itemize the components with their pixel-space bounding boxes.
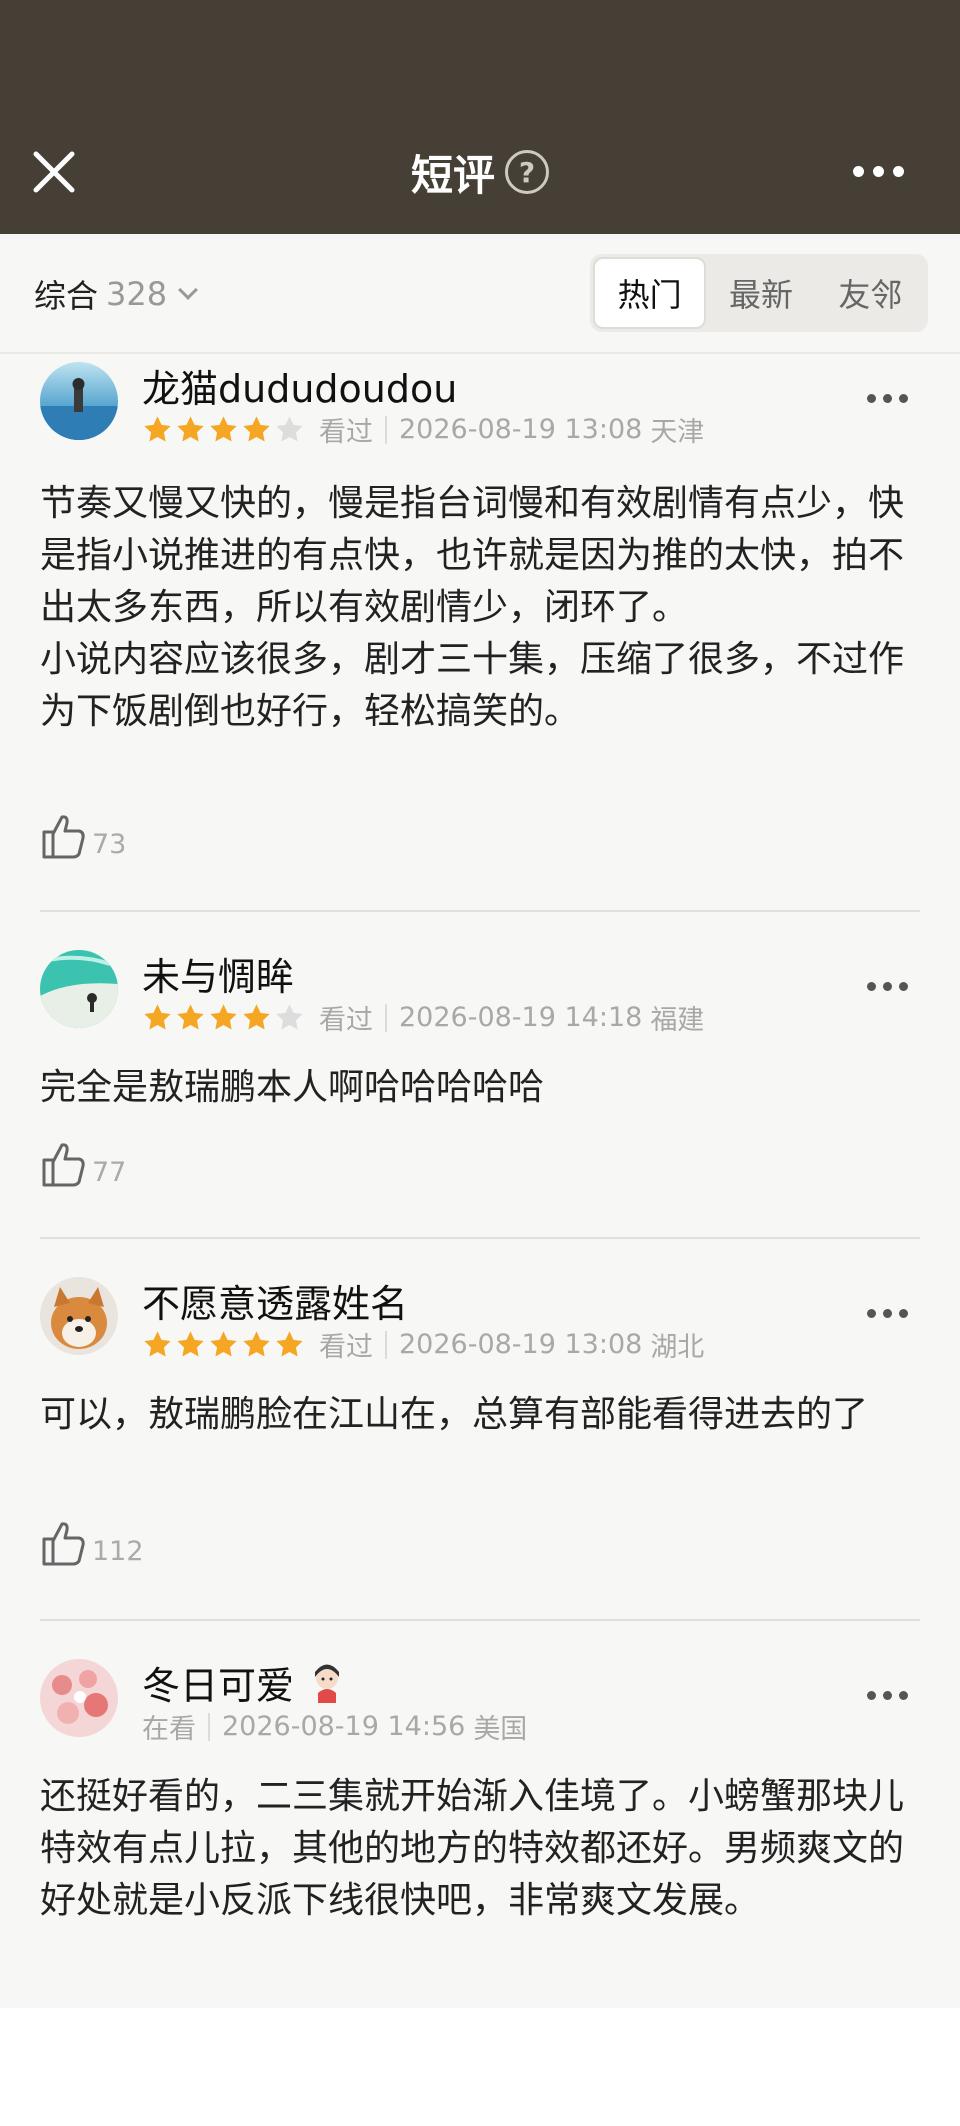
review-text: 还挺好看的，二三集就开始渐入佳境了。小螃蟹那块儿特效有点儿拉，其他的地方的特效都… [40,1776,905,1921]
thumbs-up-icon [42,1522,85,1566]
username[interactable]: 冬日可爱 [142,1655,344,1710]
rating-stars [142,414,305,445]
divider [385,1003,387,1032]
review-location: 美国 [473,1714,528,1745]
like-count: 112 [92,1536,144,1567]
username[interactable]: 龙猫dududoudou [142,358,457,413]
top-bar: 短评 ? [0,0,960,234]
username-text: 不愿意透露姓名 [142,1282,409,1326]
review-more-button[interactable] [867,1309,908,1318]
avatar[interactable] [40,1277,118,1355]
like-count: 77 [92,1157,127,1188]
username[interactable]: 未与惆眸 [142,946,294,1001]
review-meta: 看过 2026-08-19 14:18 福建 [142,998,704,1037]
like-button[interactable]: 112 [40,1519,144,1567]
star-icon [144,1331,171,1357]
review-location: 天津 [650,417,705,448]
rating-stars [142,1329,305,1360]
review-time: 2026-08-19 13:08 [399,1329,643,1360]
star-icon [243,416,270,442]
username-text: 未与惆眸 [142,955,295,999]
like-button[interactable]: 77 [40,1140,126,1188]
more-dot [853,166,864,177]
segmented-tabs: 热门 最新 友邻 [590,254,928,332]
user-badge-icon [315,1664,340,1703]
username-text: 冬日可爱 [142,1664,295,1708]
tab-hot[interactable]: 热门 [593,257,707,329]
review-more-button[interactable] [867,982,908,991]
more-button[interactable] [853,166,904,177]
star-icon [243,1331,270,1357]
username[interactable]: 不愿意透露姓名 [142,1273,408,1328]
review-more-button[interactable] [867,394,908,403]
sort-count: 328 [106,275,168,313]
bottom-blank-area [0,2008,960,2126]
star-icon [210,416,237,442]
star-icon [177,416,204,442]
like-button[interactable]: 73 [40,812,126,860]
review-list: 龙猫dududoudou 看过 2026-08-19 13:08 天津 节奏又慢… [0,354,960,2008]
avatar[interactable] [40,1659,118,1737]
review-item: 龙猫dududoudou 看过 2026-08-19 13:08 天津 节奏又慢… [40,354,920,912]
more-dot [893,166,904,177]
review-meta: 看过 2026-08-19 13:08 天津 [142,410,704,449]
page-title: 短评 [410,150,495,200]
watch-status: 看过 [319,417,373,448]
review-item: 未与惆眸 看过 2026-08-19 14:18 福建 完全是敖瑞鹏本人啊哈哈哈… [40,912,920,1239]
chevron-down-icon [178,280,198,300]
watch-status: 在看 [142,1714,196,1745]
filter-bar: 综合 328 热门 最新 友邻 [0,234,960,354]
review-text: 可以，敖瑞鹏脸在江山在，总算有部能看得进去的了 [40,1394,869,1435]
star-icon [177,1331,204,1357]
like-count: 73 [92,829,127,860]
review-time: 2026-08-19 14:56 [222,1711,466,1742]
star-icon [144,1004,171,1030]
watch-status: 看过 [319,1005,373,1036]
review-time: 2026-08-19 13:08 [399,414,643,445]
star-icon [243,1004,270,1030]
more-dot [873,166,884,177]
sort-dropdown[interactable]: 综合 328 [34,272,198,316]
sort-label: 综合 [34,277,99,315]
review-meta: 在看 2026-08-19 14:56 美国 [142,1707,527,1746]
review-time: 2026-08-19 14:18 [399,1002,643,1033]
star-icon [210,1331,237,1357]
tab-friends[interactable]: 友邻 [816,257,925,329]
star-icon [177,1004,204,1030]
review-item: 冬日可爱 在看 2026-08-19 14:56 美国 还挺好看的，二三集就开始… [40,1621,920,2008]
review-text: 节奏又慢又快的，慢是指台词慢和有效剧情有点少，快是指小说推进的有点快，也许就是因… [40,483,905,732]
avatar[interactable] [40,950,118,1028]
username-text: 龙猫dududoudou [142,367,458,411]
review-location: 福建 [650,1005,705,1036]
thumbs-up-icon [42,1143,85,1187]
review-more-button[interactable] [867,1691,908,1700]
divider [385,415,387,444]
star-icon [210,1004,237,1030]
rating-stars [142,1002,305,1033]
review-location: 湖北 [650,1332,705,1363]
divider [208,1712,210,1741]
tab-latest[interactable]: 最新 [706,257,815,329]
avatar[interactable] [40,362,118,440]
watch-status: 看过 [319,1332,373,1363]
review-text: 完全是敖瑞鹏本人啊哈哈哈哈哈 [40,1067,545,1108]
question-circle-icon[interactable]: ? [505,150,549,194]
star-icon [276,1004,303,1030]
star-icon [276,416,303,442]
review-item: 不愿意透露姓名 看过 2026-08-19 13:08 湖北 可以，敖瑞鹏脸在江… [40,1239,920,1621]
star-icon [144,416,171,442]
star-icon [276,1331,303,1357]
page-title-wrap: 短评 ? [0,140,960,204]
review-meta: 看过 2026-08-19 13:08 湖北 [142,1325,704,1364]
thumbs-up-icon [42,815,85,859]
divider [385,1330,387,1359]
